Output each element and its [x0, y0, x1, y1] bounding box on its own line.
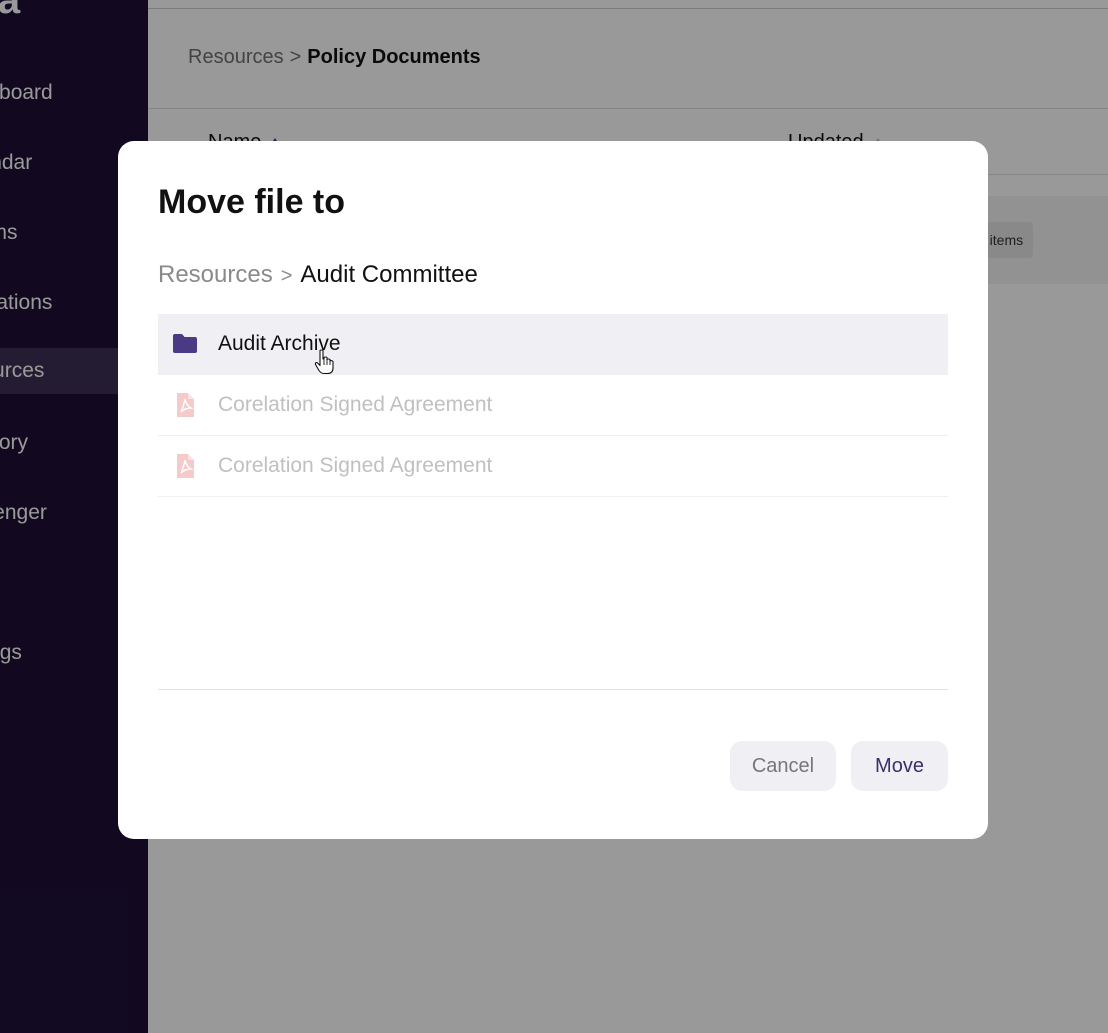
dialog-breadcrumb-parent[interactable]: Resources — [158, 261, 273, 288]
dialog-breadcrumb: Resources > Audit Committee — [158, 261, 478, 289]
cancel-button[interactable]: Cancel — [730, 741, 836, 791]
list-item-label: Corelation Signed Agreement — [218, 393, 493, 416]
pdf-file-icon — [177, 393, 194, 417]
folder-icon — [173, 334, 197, 353]
list-item-label: Corelation Signed Agreement — [218, 454, 493, 477]
list-item-file: Corelation Signed Agreement — [158, 375, 948, 436]
pdf-file-icon — [177, 454, 194, 478]
dialog-breadcrumb-current: Audit Committee — [300, 261, 478, 288]
dialog-breadcrumb-separator: > — [280, 265, 293, 287]
move-button[interactable]: Move — [851, 741, 948, 791]
dialog-footer-divider — [158, 689, 948, 690]
dialog-title: Move file to — [158, 183, 346, 221]
hand-pointer-cursor-icon — [314, 349, 334, 375]
destination-list: Audit Archive Corelation Signed Agreemen… — [158, 314, 948, 497]
move-file-dialog: Move file to Resources > Audit Committee A… — [118, 141, 988, 839]
list-item-file: Corelation Signed Agreement — [158, 436, 948, 497]
list-item-folder[interactable]: Audit Archive — [158, 314, 948, 375]
